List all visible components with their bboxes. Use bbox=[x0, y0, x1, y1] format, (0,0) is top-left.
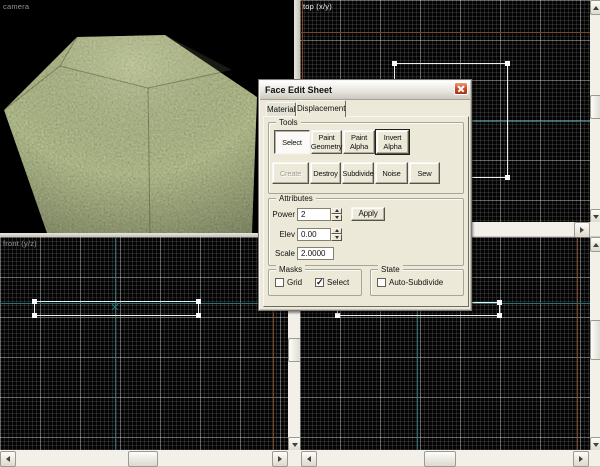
auto-subdivide-checkbox[interactable]: Auto-Subdivide bbox=[377, 278, 443, 287]
spinner-up-icon bbox=[335, 227, 339, 232]
dialog-title: Face Edit Sheet bbox=[260, 85, 332, 95]
editor-root: camera top (x/y) bbox=[0, 0, 600, 466]
checkmark-icon: ✓ bbox=[316, 277, 324, 287]
elev-label: Elev bbox=[271, 230, 295, 239]
checkbox-box: ✓ bbox=[315, 278, 324, 287]
paint-geometry-button[interactable]: Paint Geometry bbox=[311, 130, 342, 154]
select-tool-button[interactable]: Select bbox=[274, 130, 310, 154]
spinner-up-icon bbox=[335, 207, 339, 212]
arrow-down-icon bbox=[593, 443, 599, 450]
spinner-down-icon bbox=[335, 236, 339, 241]
select-checkbox[interactable]: ✓ Select bbox=[315, 278, 349, 287]
tools-group-label: Tools bbox=[276, 118, 301, 127]
attributes-group: Attributes Power 2 Apply Elev 0.00 Scale… bbox=[268, 198, 464, 266]
arrow-left-icon bbox=[3, 456, 10, 462]
scroll-up-button[interactable] bbox=[590, 0, 600, 15]
spinner-down-button[interactable] bbox=[331, 234, 342, 241]
scrollbar-thumb[interactable] bbox=[590, 320, 600, 360]
invert-alpha-button[interactable]: Invert Alpha bbox=[376, 130, 409, 154]
selection-handle[interactable] bbox=[497, 313, 502, 318]
viewport-camera-label: camera bbox=[3, 2, 29, 11]
selection-handle[interactable] bbox=[392, 61, 397, 66]
elev-spinner bbox=[331, 228, 342, 241]
scroll-right-button[interactable] bbox=[573, 451, 589, 467]
selection-handle[interactable] bbox=[497, 300, 502, 305]
axis-line-vertical bbox=[115, 237, 116, 450]
scale-label: Scale bbox=[271, 249, 295, 258]
state-group-label: State bbox=[378, 265, 403, 274]
viewport-front[interactable]: front (y/z) bbox=[0, 237, 288, 450]
grid-major-line-vertical bbox=[577, 237, 578, 450]
checkbox-box bbox=[275, 278, 284, 287]
face-edit-sheet-dialog: Face Edit Sheet Material Displacement To… bbox=[258, 79, 472, 311]
scrollbar-track-vertical[interactable] bbox=[590, 0, 600, 222]
attributes-group-label: Attributes bbox=[276, 194, 316, 203]
selection-handle[interactable] bbox=[196, 299, 201, 304]
scrollbar-corner bbox=[590, 222, 600, 236]
select-checkbox-label: Select bbox=[327, 278, 349, 287]
scroll-left-button[interactable] bbox=[301, 451, 317, 467]
dialog-titlebar[interactable]: Face Edit Sheet bbox=[260, 81, 470, 100]
destroy-button[interactable]: Destroy bbox=[310, 162, 341, 184]
selection-handle[interactable] bbox=[196, 313, 201, 318]
tab-displacement[interactable]: Displacement bbox=[296, 100, 346, 117]
grid-major-line-horizontal bbox=[300, 32, 590, 33]
scrollbar-track-horizontal[interactable] bbox=[0, 450, 288, 466]
tab-material[interactable]: Material bbox=[266, 102, 296, 116]
scroll-left-button[interactable] bbox=[0, 451, 16, 467]
noise-button[interactable]: Noise bbox=[375, 162, 408, 184]
spinner-down-icon bbox=[335, 216, 339, 221]
selection-handle[interactable] bbox=[32, 299, 37, 304]
power-field[interactable]: 2 bbox=[297, 208, 331, 221]
arrow-up-icon bbox=[593, 3, 599, 10]
arrow-right-icon bbox=[278, 456, 285, 462]
arrow-up-icon bbox=[593, 240, 599, 247]
selection-handle[interactable] bbox=[32, 313, 37, 318]
selection-handle[interactable] bbox=[505, 61, 510, 66]
scrollbar-track-vertical[interactable] bbox=[590, 237, 600, 450]
create-button[interactable]: Create bbox=[272, 162, 309, 184]
arrow-right-icon bbox=[580, 227, 587, 233]
selection-center-marker bbox=[112, 304, 118, 310]
arrow-left-icon bbox=[304, 456, 311, 462]
grid-checkbox[interactable]: Grid bbox=[275, 278, 302, 287]
paint-alpha-button[interactable]: Paint Alpha bbox=[343, 130, 375, 154]
state-group: State Auto-Subdivide bbox=[370, 269, 464, 296]
power-label: Power bbox=[271, 210, 295, 219]
elev-field[interactable]: 0.00 bbox=[297, 228, 331, 241]
subdivide-button[interactable]: Subdivide bbox=[342, 162, 374, 184]
sew-button[interactable]: Sew bbox=[409, 162, 440, 184]
selection-handle[interactable] bbox=[335, 313, 340, 318]
scrollbar-track-horizontal[interactable] bbox=[300, 450, 590, 466]
scrollbar-thumb[interactable] bbox=[424, 451, 456, 467]
scroll-right-button[interactable] bbox=[574, 222, 590, 238]
scale-field[interactable]: 2.0000 bbox=[297, 247, 334, 260]
scrollbar-thumb[interactable] bbox=[590, 95, 600, 119]
apply-button[interactable]: Apply bbox=[351, 207, 385, 221]
masks-group: Masks Grid ✓ Select bbox=[268, 269, 362, 296]
arrow-right-icon bbox=[579, 456, 586, 462]
tools-group: Tools Select Paint Geometry Paint Alpha … bbox=[268, 122, 464, 194]
scroll-right-button[interactable] bbox=[272, 451, 288, 467]
power-spinner bbox=[331, 208, 342, 221]
scrollbar-thumb[interactable] bbox=[128, 451, 158, 467]
scrollbar-corner bbox=[288, 450, 300, 466]
checkbox-box bbox=[377, 278, 386, 287]
close-button[interactable] bbox=[454, 82, 468, 95]
viewport-top-label: top (x/y) bbox=[303, 2, 332, 11]
arrow-down-icon bbox=[593, 215, 599, 222]
scrollbar-corner bbox=[590, 450, 600, 466]
scroll-up-button[interactable] bbox=[590, 237, 600, 252]
displacement-mound-render bbox=[0, 0, 294, 233]
selection-handle[interactable] bbox=[505, 175, 510, 180]
viewport-front-label: front (y/z) bbox=[3, 239, 37, 248]
spinner-down-button[interactable] bbox=[331, 214, 342, 221]
viewport-camera[interactable]: camera bbox=[0, 0, 294, 233]
auto-subdivide-checkbox-label: Auto-Subdivide bbox=[389, 278, 443, 287]
masks-group-label: Masks bbox=[276, 265, 305, 274]
grid-checkbox-label: Grid bbox=[287, 278, 302, 287]
arrow-down-icon bbox=[292, 443, 298, 450]
